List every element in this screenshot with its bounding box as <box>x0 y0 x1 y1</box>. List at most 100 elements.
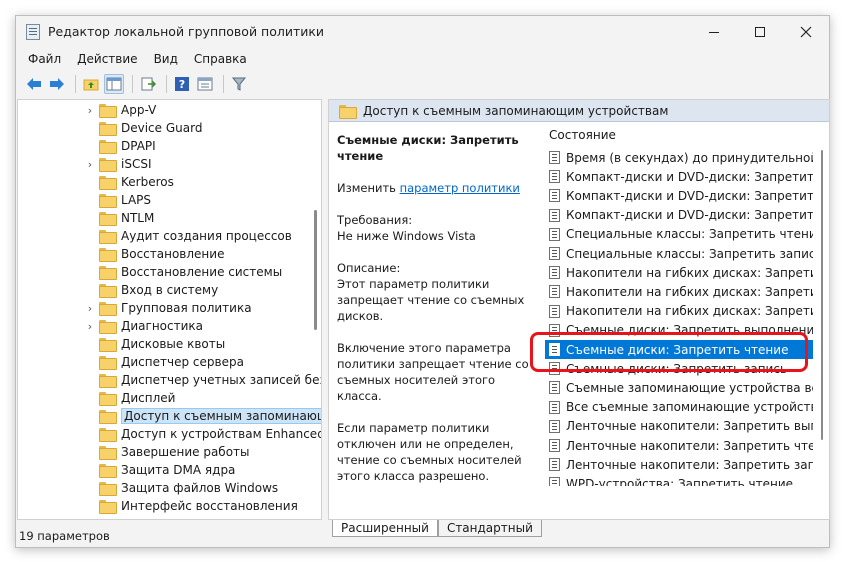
tree-item[interactable]: Диспетчер сервера <box>84 353 244 371</box>
policy-name: Компакт-диски и DVD-диски: Запретить чте… <box>566 188 813 203</box>
folder-icon <box>99 356 117 370</box>
policy-row[interactable]: Накопители на гибких дисках: Запретить ч… <box>545 282 813 301</box>
policy-row[interactable]: Компакт-диски и DVD-диски: Запретить вып… <box>545 167 813 186</box>
edit-prefix: Изменить <box>337 181 400 195</box>
tree-item[interactable]: NTLM <box>84 209 154 227</box>
policy-row[interactable]: Компакт-диски и DVD-диски: Запретить чте… <box>545 186 813 205</box>
menu-help[interactable]: Справка <box>194 52 247 66</box>
menu-view[interactable]: Вид <box>154 52 178 66</box>
policy-row[interactable]: WPD-устройства: Запретить чтение <box>545 474 813 486</box>
folder-up-button[interactable] <box>81 74 101 94</box>
policy-title: Съемные диски: Запретить чтение <box>337 133 519 163</box>
policy-name: Ленточные накопители: Запретить выполнен… <box>566 419 813 434</box>
tree-item-label: Дисковые квоты <box>121 337 226 351</box>
policy-name: Время (в секундах) до принудительной пер… <box>566 150 813 165</box>
policy-setting-icon <box>549 381 560 395</box>
tree-item-label: Завершение работы <box>121 445 250 459</box>
export-list-icon <box>141 77 156 91</box>
policy-row[interactable]: Ленточные накопители: Запретить чтение <box>545 436 813 455</box>
toolbar-separator <box>166 75 167 93</box>
enabled-text: Включение этого параметра политики запре… <box>337 341 529 403</box>
maximize-button[interactable] <box>737 16 783 48</box>
policy-name: Накопители на гибких дисках: Запретить в… <box>566 265 813 280</box>
policy-name: Все съемные запоминающие устройства: раз… <box>566 400 813 415</box>
policy-row[interactable]: Накопители на гибких дисках: Запретить з… <box>545 302 813 321</box>
tree-item-label: Доступ к съемным запоминающим устройства… <box>121 408 321 424</box>
tree-item[interactable]: › iSCSI <box>84 155 152 173</box>
policy-row[interactable]: Накопители на гибких дисках: Запретить в… <box>545 263 813 282</box>
tree-item[interactable]: Защита файлов Windows <box>84 479 278 497</box>
show-hide-tree-button[interactable] <box>104 74 124 94</box>
tree-item-label: Диспетчер сервера <box>121 355 244 369</box>
minimize-button[interactable] <box>691 16 737 48</box>
properties-button[interactable] <box>195 74 215 94</box>
tree-item[interactable]: Диспетчер учетных записей безопасности <box>84 371 321 389</box>
policy-row[interactable]: Время (в секундах) до принудительной пер… <box>545 148 813 167</box>
list-scrollbar[interactable] <box>817 140 827 440</box>
help-icon: ? <box>175 77 189 91</box>
tree-item[interactable]: Доступ к съемным запоминающим устройства… <box>84 407 321 425</box>
edit-policy-link[interactable]: параметр политики <box>400 181 520 195</box>
close-button[interactable] <box>783 16 829 48</box>
tree-scrollbar-thumb[interactable] <box>314 210 317 330</box>
column-header-state[interactable]: Состояние <box>549 128 616 142</box>
list-scrollbar-thumb[interactable] <box>821 150 823 440</box>
tree-item[interactable]: Защита DMA ядра <box>84 461 235 479</box>
back-button[interactable] <box>24 74 44 94</box>
tree-item[interactable]: Доступ к устройствам Enhanced Storage <box>84 425 321 443</box>
description-label: Описание: <box>337 261 401 275</box>
policy-setting-icon <box>549 304 560 318</box>
tree-item[interactable]: Дисковые квоты <box>84 335 225 353</box>
tree-item[interactable]: Kerberos <box>84 173 174 191</box>
policy-list[interactable]: Состояние Время (в секундах) до принудит… <box>545 126 815 486</box>
tree-item[interactable]: Восстановление <box>84 245 224 263</box>
tree-item[interactable]: › App-V <box>84 101 156 119</box>
tree-pane[interactable]: › App-V Device Guard DPAPI › iSCSI Kerberos LAP… <box>17 99 322 520</box>
tree-item[interactable]: DPAPI <box>84 137 156 155</box>
expand-chevron-icon[interactable]: › <box>84 158 96 171</box>
tree-item-label: NTLM <box>121 211 155 225</box>
folder-icon <box>99 248 117 262</box>
tree-item[interactable]: Дисплей <box>84 389 175 407</box>
tree-item[interactable]: Интерфейс восстановления <box>84 497 298 515</box>
tree-item-label: iSCSI <box>121 157 152 171</box>
tree-scrollbar[interactable] <box>311 100 321 519</box>
export-list-button[interactable] <box>138 74 158 94</box>
policy-row[interactable]: Компакт-диски и DVD-диски: Запретить зап… <box>545 206 813 225</box>
policy-row[interactable]: Ленточные накопители: Запретить выполнен… <box>545 417 813 436</box>
folder-icon <box>99 320 117 334</box>
folder-icon <box>99 392 117 406</box>
tree-item[interactable]: Завершение работы <box>84 443 250 461</box>
forward-button[interactable] <box>47 74 67 94</box>
expand-chevron-icon[interactable]: › <box>84 302 96 315</box>
help-button[interactable]: ? <box>172 74 192 94</box>
folder-icon <box>99 284 117 298</box>
requirements-value: Не ниже Windows Vista <box>337 229 476 243</box>
menu-file[interactable]: Файл <box>28 52 61 66</box>
policy-setting-icon <box>549 208 560 222</box>
policy-name: Съемные запоминающие устройства всех кла… <box>566 380 813 395</box>
expand-chevron-icon[interactable]: › <box>84 320 96 333</box>
policy-row[interactable]: Ленточные накопители: Запретить запись <box>545 455 813 474</box>
policy-row[interactable]: Специальные классы: Запретить запись <box>545 244 813 263</box>
status-text: 19 параметров <box>19 529 110 543</box>
tree-item[interactable]: › Диагностика <box>84 317 203 335</box>
tree-item-label: Аудит создания процессов <box>121 229 292 243</box>
filter-button[interactable] <box>229 74 249 94</box>
tree-item[interactable]: Аудит создания процессов <box>84 227 292 245</box>
tree-item-label: Дисплей <box>121 391 176 405</box>
window-title: Редактор локальной групповой политики <box>48 24 325 39</box>
tree-item-label: Групповая политика <box>121 301 252 315</box>
tree-item[interactable]: LAPS <box>84 191 151 209</box>
tree-item[interactable]: Вход в систему <box>84 281 218 299</box>
maximize-icon <box>755 27 765 37</box>
tree-item[interactable]: Device Guard <box>84 119 202 137</box>
policy-row[interactable]: Все съемные запоминающие устройства: раз… <box>545 398 813 417</box>
menu-action[interactable]: Действие <box>77 52 137 66</box>
tree-item[interactable]: › Групповая политика <box>84 299 252 317</box>
policy-row[interactable]: Специальные классы: Запретить чтение <box>545 225 813 244</box>
expand-chevron-icon[interactable]: › <box>84 104 96 117</box>
policy-row[interactable]: Съемные запоминающие устройства всех кла… <box>545 378 813 397</box>
tree-item[interactable]: Восстановление системы <box>84 263 282 281</box>
toolbar-separator <box>223 75 224 93</box>
